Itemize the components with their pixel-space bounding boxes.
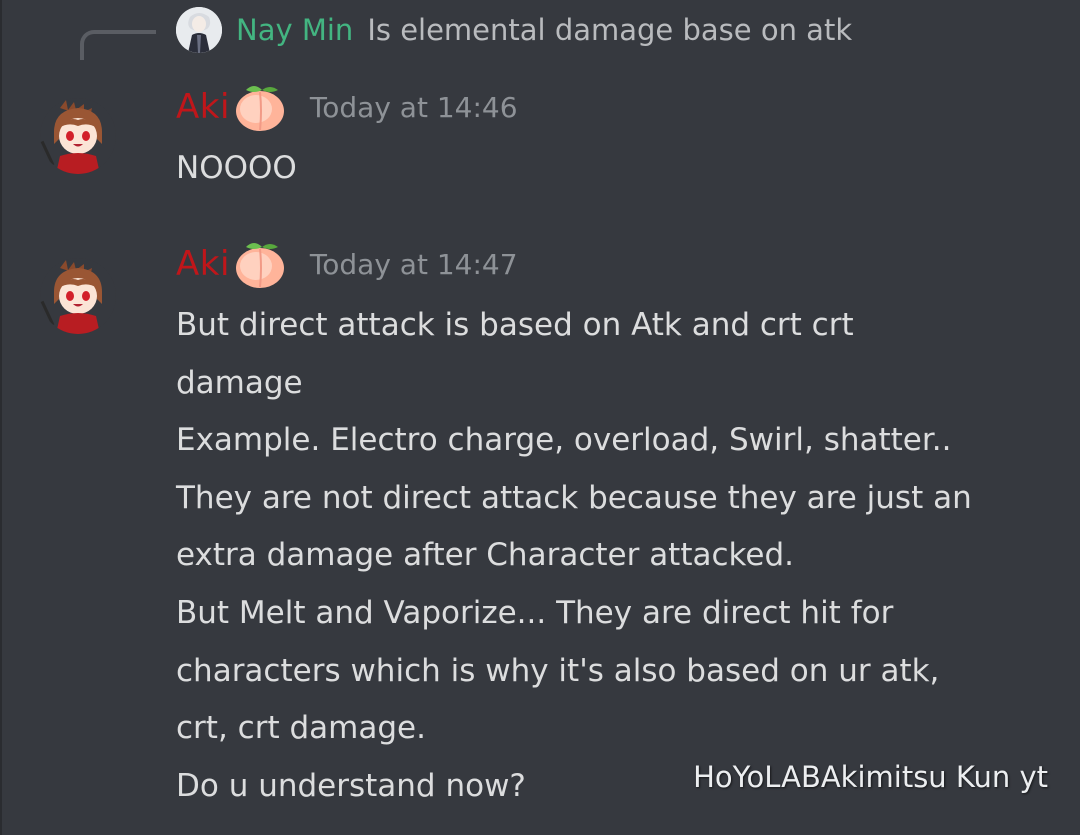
message-timestamp[interactable]: Today at 14:46 <box>310 91 518 124</box>
message-line: NOOOO <box>176 150 297 186</box>
chat-screen: Nay Min Is elemental damage base on atk … <box>0 0 1080 835</box>
message-line: They are not direct attack because they … <box>176 479 972 516</box>
message-content: But direct attack is based on Atk and cr… <box>176 297 1056 815</box>
author-avatar[interactable] <box>40 258 116 334</box>
message-line: damage <box>176 364 303 401</box>
message-line: Example. Electro charge, overload, Swirl… <box>176 422 952 459</box>
reply-reference[interactable]: Nay Min Is elemental damage base on atk <box>176 6 852 54</box>
message-line: crt, crt damage. <box>176 710 426 747</box>
watermark: HoYoLABAkimitsu Kun yt <box>693 760 1048 794</box>
message-header: Aki Today at 14:47 <box>176 237 518 291</box>
message-line: But direct attack is based on Atk and cr… <box>176 307 854 343</box>
reply-spine <box>80 30 156 60</box>
reply-avatar-image <box>176 7 222 53</box>
message-line: extra damage after Character attacked. <box>176 537 794 574</box>
message-line: characters which is why it's also based … <box>176 652 940 689</box>
author-avatar[interactable] <box>40 98 116 174</box>
avatar-image <box>40 258 116 334</box>
avatar-image <box>40 98 116 174</box>
author-name[interactable]: Aki <box>176 87 230 127</box>
peach-icon <box>235 243 284 288</box>
channel-edge <box>0 0 2 835</box>
reply-message-preview[interactable]: Is elemental damage base on atk <box>367 13 852 47</box>
message-content: NOOOO <box>176 140 1056 198</box>
message-timestamp[interactable]: Today at 14:47 <box>310 248 518 281</box>
reply-avatar[interactable] <box>176 7 222 53</box>
message-line: But Melt and Vaporize... They are direct… <box>176 594 894 631</box>
message-header: Aki Today at 14:46 <box>176 80 518 134</box>
reply-author-name[interactable]: Nay Min <box>236 13 353 47</box>
author-name[interactable]: Aki <box>176 244 230 284</box>
peach-icon <box>235 86 284 131</box>
